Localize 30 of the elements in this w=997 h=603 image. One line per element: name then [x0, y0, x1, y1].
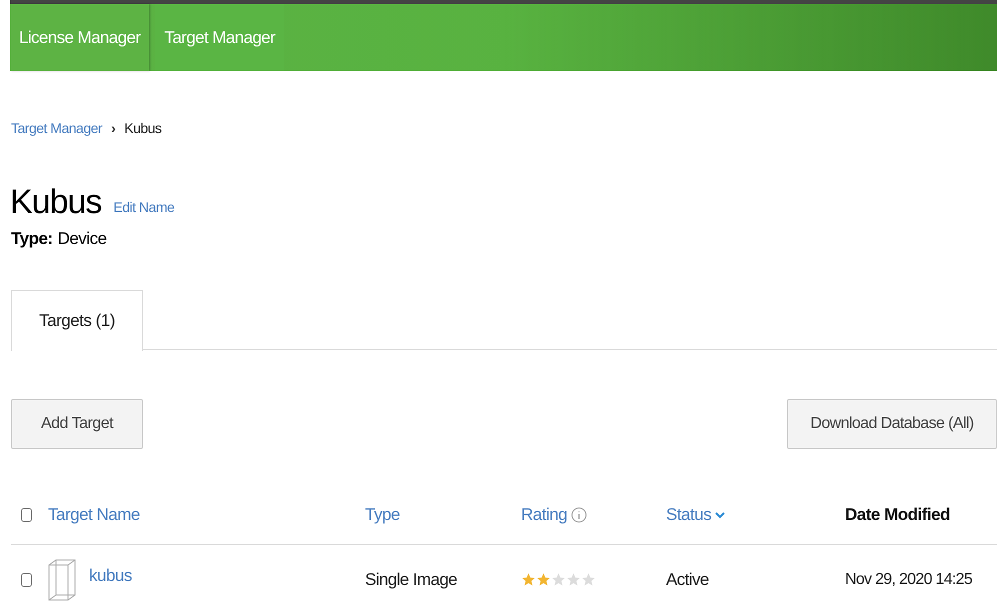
- download-database-button[interactable]: Download Database (All): [787, 398, 997, 448]
- table-cell-text: Nov 29, 2020 14:25: [845, 570, 972, 590]
- star-icon: [536, 572, 551, 587]
- breadcrumb-current: Kubus: [124, 119, 162, 138]
- star-icon: [521, 572, 536, 587]
- edit-name-link[interactable]: Edit Name: [113, 197, 174, 218]
- column-header: Date Modified: [845, 504, 950, 526]
- page-title: Kubus: [10, 183, 102, 221]
- nav-tab[interactable]: License Manager: [10, 4, 150, 71]
- star-icon: [581, 572, 596, 587]
- target-name-link[interactable]: kubus: [89, 562, 132, 588]
- star-icon: [566, 572, 581, 587]
- add-target-button[interactable]: Add Target: [11, 398, 143, 448]
- column-header[interactable]: Status: [666, 502, 712, 528]
- cube-thumbnail-icon: [48, 558, 76, 600]
- type-label: Type:: [11, 228, 53, 250]
- column-header[interactable]: Type: [365, 502, 400, 528]
- column-header[interactable]: Target Name: [48, 502, 140, 528]
- table-cell-text: Active: [666, 568, 709, 591]
- table-cell-text: Single Image: [365, 568, 458, 591]
- checkbox[interactable]: [21, 572, 32, 586]
- chevron-down-icon[interactable]: [715, 511, 726, 519]
- breadcrumb-separator: ›: [111, 119, 116, 138]
- tab[interactable]: Targets (1): [11, 290, 143, 350]
- type-value: Device: [58, 228, 107, 250]
- column-header[interactable]: Rating: [521, 502, 568, 528]
- star-icon: [551, 572, 566, 587]
- info-icon: [571, 507, 588, 523]
- breadcrumb-link[interactable]: Target Manager: [11, 118, 102, 139]
- checkbox[interactable]: [21, 508, 32, 522]
